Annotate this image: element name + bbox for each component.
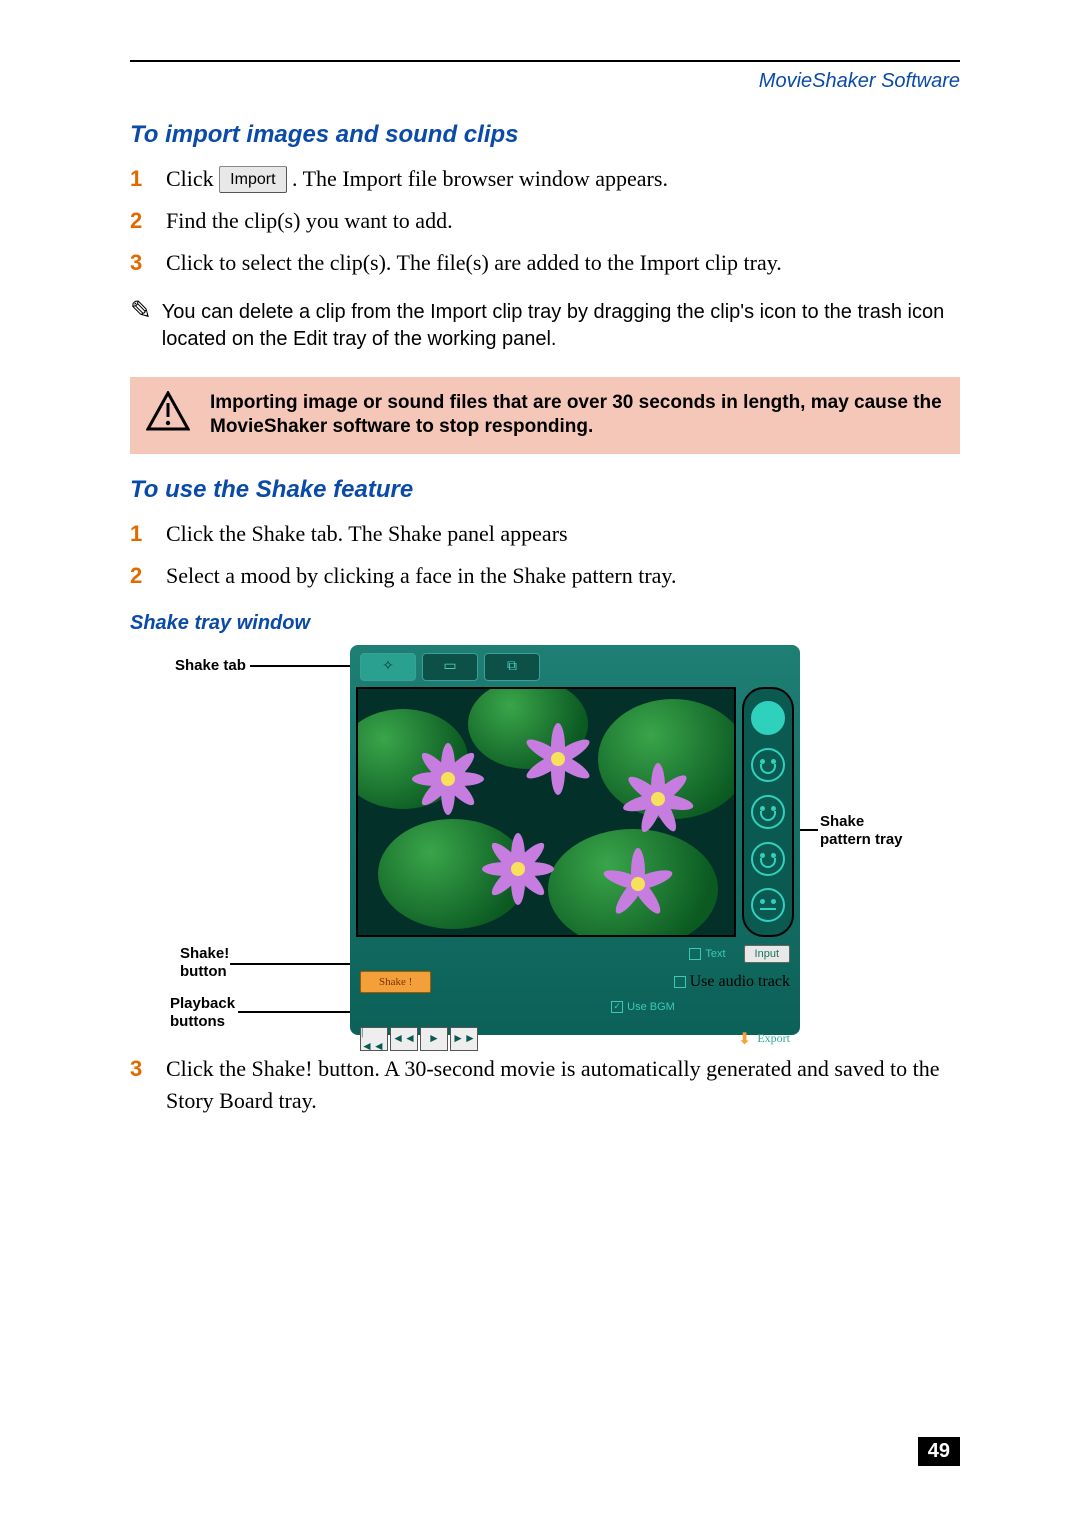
text-line: Playback [170,995,235,1012]
warning-text: Importing image or sound files that are … [210,391,944,440]
document-page: MovieShaker Software To import images an… [0,0,1080,1516]
figure-shake-tray: Shake tab Shake pattern tray Shake! butt… [130,645,960,1045]
text-fragment: . The Import file browser window appears… [292,166,668,191]
download-arrow-icon: ⬇ [738,1029,751,1049]
steps-shake-a: 1 Click the Shake tab. The Shake panel a… [130,518,960,592]
text-line: Shake [820,813,864,830]
step-item: 1 Click the Shake tab. The Shake panel a… [130,518,960,550]
tab-bar: ✧ ▭ ⧉ [356,651,794,683]
mood-face-icon[interactable] [751,795,785,829]
checkbox-bgm[interactable]: ✓Use BGM [611,1001,675,1013]
export-button[interactable]: ⬇ Export [738,1029,790,1049]
checkbox-label: Text [705,948,725,960]
steps-shake-b: 3 Click the Shake! button. A 30-second m… [130,1053,960,1117]
running-header: MovieShaker Software [130,70,960,93]
text-fragment: Click [166,166,219,191]
pencil-note-icon: ✎ [130,297,152,351]
text-line: pattern tray [820,831,903,848]
preview-viewer [356,687,736,937]
mood-face-icon[interactable] [751,701,785,735]
shake-pattern-tray[interactable] [742,687,794,937]
step-text: Click the Shake tab. The Shake panel app… [166,518,960,550]
top-rule [130,60,960,62]
capture-tab-icon[interactable]: ⧉ [484,653,540,681]
step-item: 1 Click Import . The Import file browser… [130,163,960,195]
checkbox-audio[interactable]: Use audio track [674,973,790,991]
callout-playback: Playback buttons [170,995,235,1031]
bottom-row: |◄◄ ◄◄ ► ►► ⬇ Export [356,1021,794,1051]
step-item: 2 Select a mood by clicking a face in th… [130,560,960,592]
callout-lead [238,1011,368,1013]
play-button[interactable]: ► [420,1027,448,1051]
import-button[interactable]: Import [219,166,286,193]
warning-block: Importing image or sound files that are … [130,377,960,454]
steps-import: 1 Click Import . The Import file browser… [130,163,960,279]
checkbox-text[interactable]: Text [689,948,725,960]
callout-pattern-tray: Shake pattern tray [820,813,903,849]
page-number: 49 [918,1437,960,1466]
note-block: ✎ You can delete a clip from the Import … [130,299,960,353]
input-button[interactable]: Input [744,945,790,963]
fast-forward-button[interactable]: ►► [450,1027,478,1051]
options-row: Text Input [356,943,794,965]
step-number: 1 [130,518,166,550]
shake-button[interactable]: Shake ! [360,971,431,993]
figure-title: Shake tray window [130,612,960,635]
step-item: 3 Click the Shake! button. A 30-second m… [130,1053,960,1117]
step-item: 2 Find the clip(s) you want to add. [130,205,960,237]
mood-face-icon[interactable] [751,888,785,922]
note-text: You can delete a clip from the Import cl… [162,299,960,353]
shake-tab-icon[interactable]: ✧ [360,653,416,681]
skip-start-button[interactable]: |◄◄ [360,1027,388,1051]
step-text: Click Import . The Import file browser w… [166,163,960,195]
callout-lead [250,665,360,667]
text-line: buttons [170,1013,225,1030]
section-heading-shake: To use the Shake feature [130,476,960,504]
edit-tab-icon[interactable]: ▭ [422,653,478,681]
text-line: Shake! [180,945,229,962]
step-number: 3 [130,247,166,279]
checkbox-label: Use BGM [627,1001,675,1013]
options-row: ✓Use BGM [356,999,794,1015]
step-number: 3 [130,1053,166,1117]
playback-controls: |◄◄ ◄◄ ► ►► [360,1027,478,1051]
step-number: 2 [130,205,166,237]
step-text: Find the clip(s) you want to add. [166,205,960,237]
mood-face-icon[interactable] [751,842,785,876]
rewind-button[interactable]: ◄◄ [390,1027,418,1051]
step-text: Select a mood by clicking a face in the … [166,560,960,592]
shake-row: Shake ! Use audio track [356,971,794,993]
export-label: Export [757,1031,790,1046]
warning-icon [146,391,190,440]
callout-shake-tab: Shake tab [175,657,246,675]
step-text: Click the Shake! button. A 30-second mov… [166,1053,960,1117]
section-heading-import: To import images and sound clips [130,121,960,149]
checkbox-label: Use audio track [690,973,790,991]
step-number: 1 [130,163,166,195]
movieshaker-window: ✧ ▭ ⧉ [350,645,800,1035]
callout-shake-button: Shake! button [180,945,229,981]
step-text: Click to select the clip(s). The file(s)… [166,247,960,279]
mood-face-icon[interactable] [751,748,785,782]
step-number: 2 [130,560,166,592]
text-line: button [180,963,227,980]
step-item: 3 Click to select the clip(s). The file(… [130,247,960,279]
